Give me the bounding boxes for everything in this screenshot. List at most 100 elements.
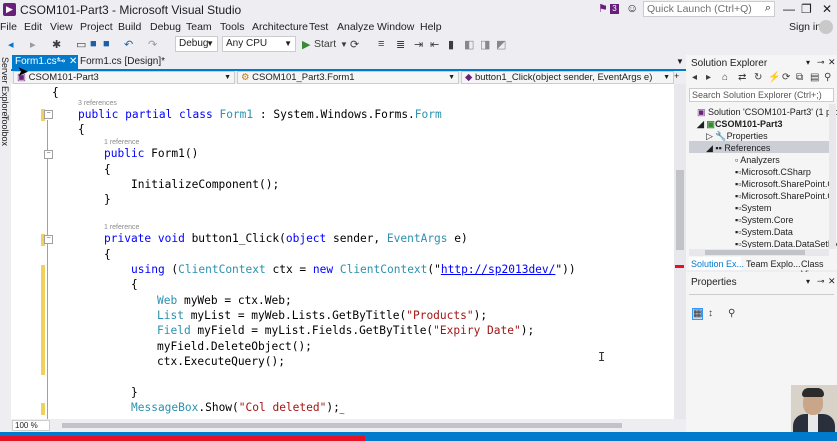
tree-item[interactable]: ▪▫System.Data [735,227,793,237]
editor-horizontal-scroll-thumb[interactable] [62,423,622,428]
close-panel-icon[interactable]: ✕ [828,276,836,287]
menu-architecture[interactable]: Architecture [252,21,308,33]
close-panel-icon[interactable]: ✕ [828,57,836,68]
codelens-references[interactable]: 1 reference [104,224,139,231]
tree-item[interactable]: ▪▫Microsoft.SharePoint.Cl [735,191,836,201]
tab-solution-explorer[interactable]: Solution Ex... [691,259,744,269]
browser-link-icon[interactable]: ⟳ [350,38,359,51]
restore-icon[interactable]: ❐ [801,2,812,16]
editor-vertical-scrollbar[interactable] [674,84,686,419]
switch-views-icon[interactable]: ⇄ [738,72,746,83]
tab-overflow-icon[interactable]: ▼ [676,57,684,66]
user-avatar-icon[interactable] [819,20,833,34]
prev-bookmark-icon[interactable]: ◧ [464,38,474,51]
pin-icon[interactable]: ⊸ [817,57,825,68]
menu-build[interactable]: Build [118,21,141,33]
collapse-icon[interactable]: − [44,110,53,119]
menu-test[interactable]: Test [309,21,328,33]
quick-launch-input[interactable]: Quick Launch (Ctrl+Q) ⌕ [643,1,775,17]
split-icon[interactable]: + [674,71,679,81]
pin-icon[interactable]: ⊸ [57,55,65,69]
flag-icon[interactable]: ⚑ [598,2,608,15]
close-tab-icon[interactable]: ✕ [69,55,77,69]
project-nav-combo[interactable]: ▣ CSOM101-Part3 ▼ [13,71,235,84]
refresh-icon[interactable]: ⟳ [782,72,790,83]
clear-bookmarks-icon[interactable]: ◩ [496,38,506,51]
se-back-icon[interactable]: ◂ [692,72,697,83]
member-nav-combo[interactable]: ◆ button1_Click(object sender, EventArgs… [461,71,674,84]
sign-in-link[interactable]: Sign in [789,21,821,33]
tree-solution[interactable]: ▣ Solution 'CSOM101-Part3' (1 proje [697,107,837,118]
collapse-icon[interactable]: − [44,150,53,159]
properties-icon[interactable]: ⚲ [824,72,831,83]
start-button[interactable]: Start [314,38,336,50]
tree-project[interactable]: ◢ ▣CSOM101-Part3 [697,119,782,130]
back-icon[interactable]: ◂ [8,38,14,51]
se-scroll-thumb[interactable] [705,250,805,255]
pin-icon[interactable]: ⊸ [817,276,825,287]
indent-icon[interactable]: ⇥ [414,38,423,51]
menu-file[interactable]: File [0,21,17,33]
collapse-all-icon[interactable]: ⧉ [796,72,803,83]
menu-window[interactable]: Window [377,21,414,33]
open-file-icon[interactable]: ▭ [76,38,86,51]
menu-edit[interactable]: Edit [24,21,42,33]
property-pages-icon[interactable]: ⚲ [728,308,735,319]
tree-item[interactable]: ▪▫System.Core [735,215,793,225]
properties-object-combo[interactable] [689,294,834,295]
collapse-icon[interactable]: − [44,235,53,244]
platform-combo[interactable]: Any CPU ▼ [222,36,296,52]
se-vertical-scrollbar[interactable] [829,104,836,249]
tab-team-explorer[interactable]: Team Explo... [746,259,801,269]
panel-menu-icon[interactable]: ▾ [806,58,810,67]
tree-item[interactable]: ▫ Analyzers [735,155,780,165]
server-explorer-tab[interactable]: Server Explorer [0,57,10,120]
feedback-icon[interactable]: ☺ [626,1,638,15]
tree-item[interactable]: ▪▫System [735,203,771,213]
pending-changes-icon[interactable]: ↻ [754,72,762,83]
minimize-icon[interactable]: — [783,2,795,16]
menu-team[interactable]: Team [186,21,212,33]
menu-help[interactable]: Help [420,21,442,33]
config-combo[interactable]: Debug ▼ [175,36,218,52]
url-link[interactable]: http://sp2013dev/ [441,263,556,276]
chevron-down-icon[interactable]: ▼ [340,40,348,49]
menu-debug[interactable]: Debug [150,21,181,33]
menu-view[interactable]: View [50,21,73,33]
show-all-files-icon[interactable]: ▤ [810,72,819,83]
zoom-combo[interactable]: 100 % [12,420,50,431]
tree-item[interactable]: ▪▫Microsoft.SharePoint.Cl [735,179,836,189]
tab-form1-design[interactable]: Form1.cs [Design]* [80,55,170,69]
notification-badge[interactable]: 3 [610,4,619,14]
bookmark-icon[interactable]: ▮ [448,38,454,51]
toolbox-tab[interactable]: Toolbox [0,115,10,146]
next-bookmark-icon[interactable]: ◨ [480,38,490,51]
save-all-icon[interactable]: ■ [103,38,110,50]
editor-scroll-thumb[interactable] [676,170,684,250]
alphabetical-icon[interactable]: ↕ [708,308,713,319]
menu-project[interactable]: Project [80,21,113,33]
undo-icon[interactable]: ↶ [124,38,133,51]
start-icon[interactable]: ▶ [302,38,310,51]
tree-references[interactable]: ◢ ▪▪ References [706,143,770,154]
save-icon[interactable]: ■ [90,38,97,50]
home-icon[interactable]: ⌂ [722,72,728,83]
outdent-icon[interactable]: ⇤ [430,38,439,51]
menu-tools[interactable]: Tools [220,21,245,33]
align-icon[interactable]: ≡ [378,38,384,50]
class-nav-combo[interactable]: ⚙ CSOM101_Part3.Form1 ▼ [237,71,459,84]
codelens-references[interactable]: 3 references [78,100,117,107]
tree-item[interactable]: ▪▫Microsoft.CSharp [735,167,811,177]
new-project-icon[interactable]: ✱ [52,38,61,51]
menu-analyze[interactable]: Analyze [337,21,374,33]
sync-icon[interactable]: ⚡ [768,72,780,83]
forward-icon[interactable]: ▸ [30,38,36,51]
panel-menu-icon[interactable]: ▾ [806,277,810,286]
tree-properties[interactable]: ▷ 🔧Properties [706,131,768,142]
se-forward-icon[interactable]: ▸ [706,72,711,83]
close-icon[interactable]: ✕ [822,2,832,16]
codelens-references[interactable]: 1 reference [104,139,139,146]
solution-search-input[interactable]: Search Solution Explorer (Ctrl+;) [689,88,834,102]
tree-item[interactable]: ▪▫System.Data.DataSetExt [735,239,837,248]
align-center-icon[interactable]: ≣ [396,38,405,51]
